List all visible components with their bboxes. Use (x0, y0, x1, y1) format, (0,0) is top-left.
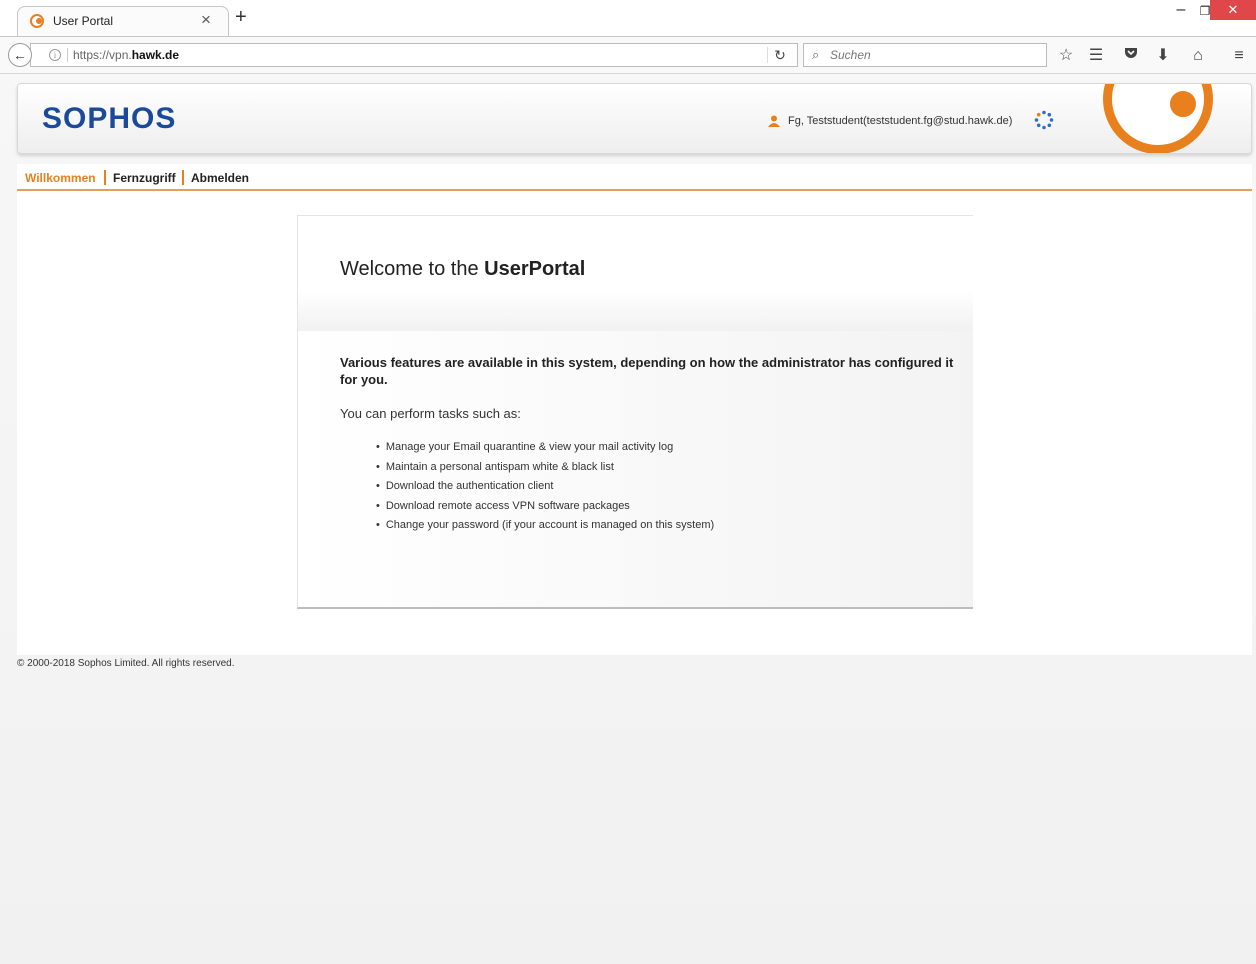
list-item: Maintain a personal antispam white & bla… (376, 458, 714, 478)
content-area: Welcome to the UserPortal Various featur… (17, 191, 1252, 655)
url-divider (67, 48, 68, 62)
downloads-icon[interactable]: ⬇ (1152, 45, 1174, 67)
menu-item-abmelden[interactable]: Abmelden (191, 171, 249, 185)
footer-copyright: © 2000-2018 Sophos Limited. All rights r… (17, 658, 235, 669)
welcome-title-prefix: Welcome to the (340, 258, 485, 280)
reload-icon[interactable]: ↻ (767, 47, 792, 63)
welcome-title: Welcome to the UserPortal (340, 258, 585, 281)
user-label: Fg, Teststudent(teststudent.fg@stud.hawk… (788, 115, 1013, 127)
url-text[interactable]: https://vpn.hawk.de (73, 48, 179, 62)
search-icon: ⌕ (812, 47, 820, 62)
url-prefix: https://vpn. (73, 48, 132, 62)
menu-hamburger-icon[interactable]: ≡ (1228, 45, 1250, 67)
tab-close-button[interactable]: × (201, 10, 211, 30)
browser-navbar: i https://vpn.hawk.de ↻ ← ⌕ Suchen ☆ ☰ ⬇… (0, 36, 1256, 74)
portal-header: SOPHOS Fg, Teststudent(teststudent.fg@st… (17, 83, 1252, 154)
search-placeholder: Suchen (830, 48, 871, 62)
url-domain: hawk.de (131, 48, 180, 62)
welcome-title-bold: UserPortal (484, 258, 586, 280)
page-viewport: SOPHOS Fg, Teststudent(teststudent.fg@st… (0, 74, 1256, 964)
loading-spinner-icon (1034, 110, 1054, 130)
menu-item-fernzugriff[interactable]: Fernzugriff (113, 171, 176, 185)
list-item: Change your password (if your account is… (376, 516, 714, 536)
user-icon (768, 115, 780, 127)
browser-tab-user-portal[interactable]: User Portal × (17, 6, 229, 36)
list-item: Download the authentication client (376, 477, 714, 497)
emblem-inner-shape (1166, 87, 1200, 121)
bookmark-star-icon[interactable]: ☆ (1055, 45, 1077, 67)
browser-tabstrip: User Portal × + – ❐ ✕ (0, 0, 1256, 36)
sophos-logo: SOPHOS (42, 102, 177, 135)
pocket-icon[interactable] (1120, 45, 1142, 67)
search-input[interactable]: ⌕ Suchen (803, 43, 1047, 67)
window-close-button[interactable]: ✕ (1210, 0, 1256, 20)
welcome-card: Welcome to the UserPortal Various featur… (297, 215, 973, 609)
new-tab-button[interactable]: + (235, 7, 247, 27)
tab-title: User Portal (53, 14, 114, 28)
portal-menu: Willkommen Fernzugriff Abmelden (17, 164, 1252, 191)
window-minimize-button[interactable]: – (1170, 0, 1192, 22)
tasks-intro: You can perform tasks such as: (340, 406, 521, 421)
site-info-icon[interactable]: i (49, 49, 61, 61)
home-icon[interactable]: ⌂ (1187, 45, 1209, 67)
menu-item-willkommen[interactable]: Willkommen (25, 171, 96, 185)
intro-text: Various features are available in this s… (340, 355, 954, 387)
sophos-favicon-icon (30, 14, 44, 28)
bookmarks-list-icon[interactable]: ☰ (1085, 45, 1107, 67)
url-bar[interactable]: i https://vpn.hawk.de ↻ (30, 43, 798, 67)
task-list: Manage your Email quarantine & view your… (376, 438, 714, 536)
menu-divider (104, 170, 106, 185)
menu-divider (182, 170, 184, 185)
list-item: Manage your Email quarantine & view your… (376, 438, 714, 458)
back-arrow-icon[interactable]: ← (8, 43, 32, 67)
sophos-emblem-icon (1103, 84, 1213, 153)
list-item: Download remote access VPN software pack… (376, 497, 714, 517)
